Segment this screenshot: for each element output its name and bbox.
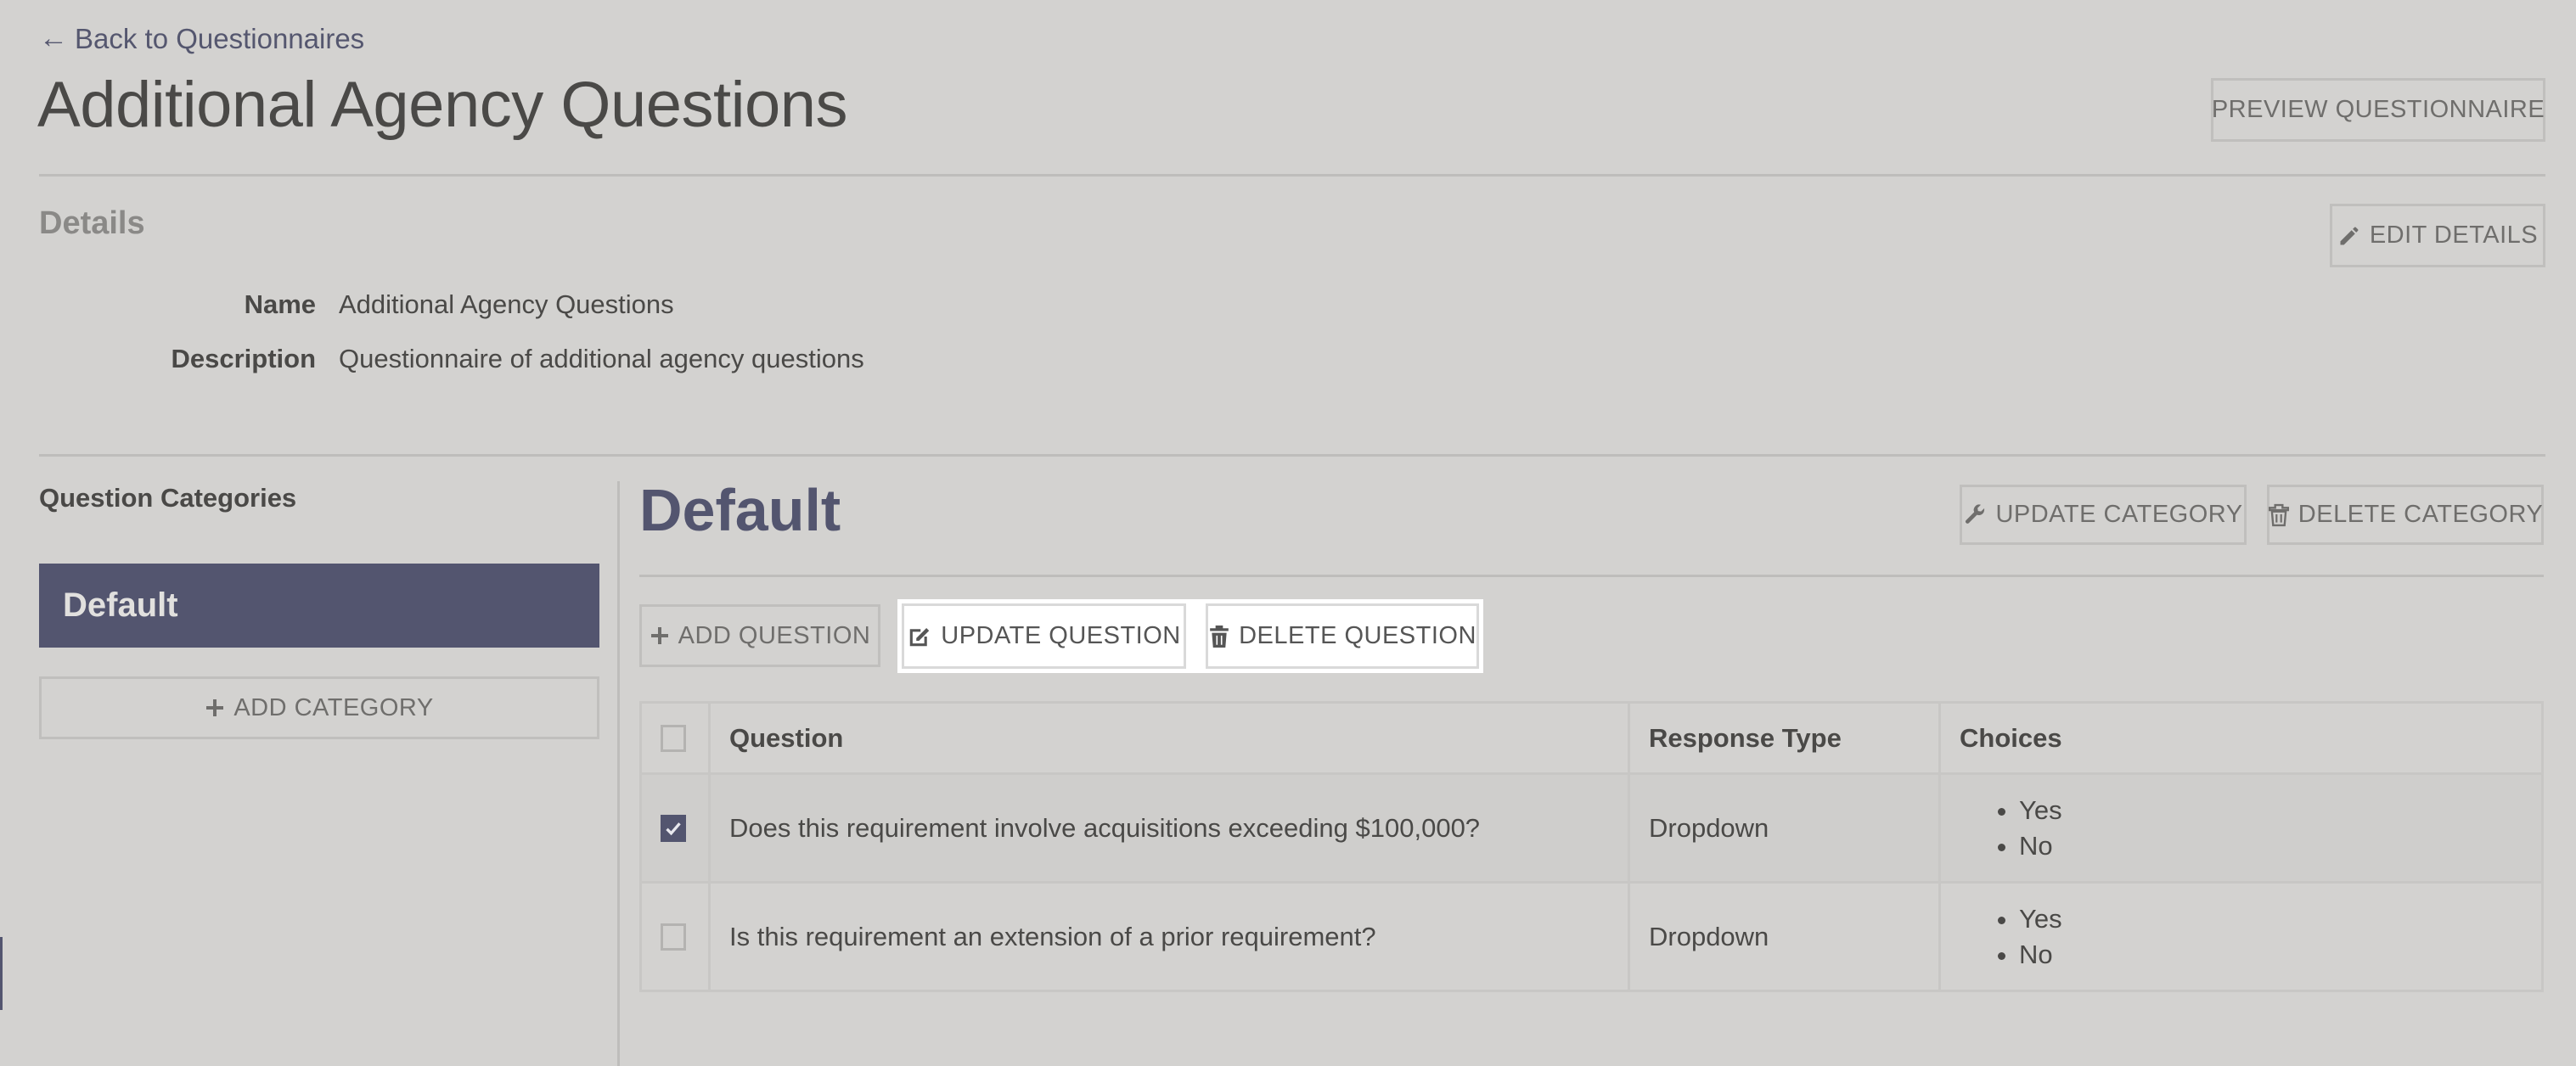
check-icon (666, 822, 681, 835)
edit-details-button[interactable]: EDIT DETAILS (2330, 204, 2545, 267)
delete-category-label: DELETE CATEGORY (2298, 501, 2544, 528)
edit-square-icon (907, 624, 932, 649)
add-question-label: ADD QUESTION (678, 621, 871, 649)
plus-icon (205, 698, 225, 718)
details-heading: Details (39, 205, 145, 241)
delete-category-button[interactable]: DELETE CATEGORY (2267, 485, 2544, 545)
table-row[interactable]: Does this requirement involve acquisitio… (639, 772, 2544, 884)
preview-questionnaire-button[interactable]: PREVIEW QUESTIONNAIRE (2211, 78, 2545, 142)
sidebar-divider (617, 481, 620, 1066)
choice-item: No (2019, 937, 2523, 973)
back-to-questionnaires-link[interactable]: ← Back to Questionnaires (39, 22, 364, 55)
header-divider (39, 174, 2545, 177)
delete-question-label: DELETE QUESTION (1239, 622, 1476, 649)
trash-icon (1208, 624, 1230, 649)
category-title: Default (639, 477, 841, 543)
question-cell: Does this requirement involve acquisitio… (708, 772, 1630, 884)
row-checkbox[interactable] (661, 814, 686, 842)
column-header-choices[interactable]: Choices (1938, 701, 2544, 775)
questions-table: Question Response Type Choices Does this… (639, 701, 2544, 992)
delete-question-button[interactable]: DELETE QUESTION (1206, 603, 1479, 669)
pencil-icon (2337, 224, 2361, 248)
select-all-checkbox[interactable] (661, 724, 686, 752)
update-question-button[interactable]: UPDATE QUESTION (902, 603, 1186, 669)
add-question-button[interactable]: ADD QUESTION (639, 604, 880, 667)
page-title: Additional Agency Questions (37, 69, 848, 141)
column-header-response-type[interactable]: Response Type (1628, 701, 1941, 775)
description-label: Description (171, 344, 316, 373)
table-row[interactable]: Is this requirement an extension of a pr… (639, 881, 2544, 992)
name-value: Additional Agency Questions (339, 289, 674, 319)
name-label: Name (244, 289, 316, 319)
choices-cell: Yes No (1938, 881, 2544, 992)
add-category-label: ADD CATEGORY (233, 693, 434, 721)
update-question-label: UPDATE QUESTION (941, 622, 1181, 649)
response-type-cell: Dropdown (1628, 881, 1941, 992)
add-category-button[interactable]: ADD CATEGORY (39, 676, 599, 739)
category-item-default[interactable]: Default (39, 564, 599, 648)
plus-icon (650, 626, 670, 646)
update-category-label: UPDATE CATEGORY (1995, 501, 2243, 528)
trash-outline-icon (2268, 502, 2290, 528)
edge-indicator (0, 937, 3, 1010)
choices-list: Yes No (1960, 901, 2523, 973)
question-categories-heading: Question Categories (39, 483, 297, 513)
row-select-cell (639, 881, 711, 992)
choice-item: Yes (2019, 793, 2523, 828)
arrow-left-icon: ← (39, 22, 68, 54)
back-link-label: Back to Questionnaires (75, 22, 365, 54)
category-divider (639, 575, 2544, 577)
row-checkbox[interactable] (661, 923, 686, 951)
column-header-question[interactable]: Question (708, 701, 1630, 775)
details-divider (39, 454, 2545, 457)
table-header-row: Question Response Type Choices (639, 701, 2544, 775)
choices-cell: Yes No (1938, 772, 2544, 884)
choices-list: Yes No (1960, 793, 2523, 864)
choice-item: Yes (2019, 901, 2523, 937)
select-all-cell (639, 701, 711, 775)
description-value: Questionnaire of additional agency quest… (339, 344, 864, 373)
row-select-cell (639, 772, 711, 884)
wrench-icon (1963, 502, 1987, 528)
edit-details-label: EDIT DETAILS (2369, 222, 2539, 249)
question-cell: Is this requirement an extension of a pr… (708, 881, 1630, 992)
choice-item: No (2019, 828, 2523, 864)
response-type-cell: Dropdown (1628, 772, 1941, 884)
update-category-button[interactable]: UPDATE CATEGORY (1960, 485, 2247, 545)
